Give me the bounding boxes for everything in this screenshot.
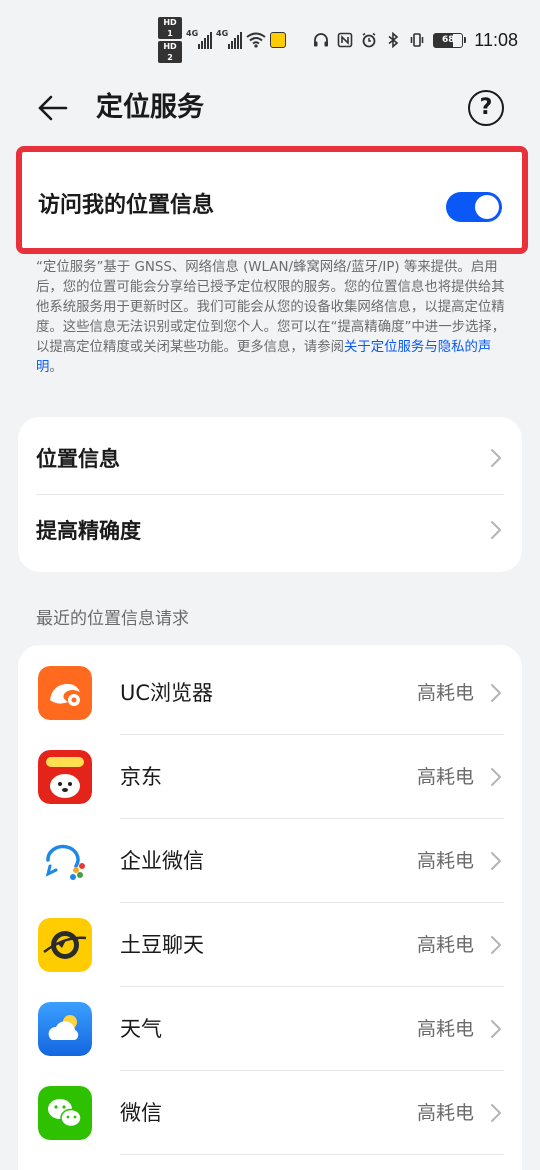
location-info-row[interactable]: 位置信息 [18,417,522,494]
app-name: 京东 [120,765,162,789]
signal-1-icon: 4G [186,29,212,49]
page-header: 定位服务 ? [0,80,540,136]
bluetooth-icon [388,32,399,48]
app-name: 土豆聊天 [120,933,204,957]
hd-indicators: HD 1 HD 2 [158,17,182,63]
location-access-label: 访问我的位置信息 [38,193,215,218]
power-usage-status: 高耗电 [416,766,474,788]
jd-icon [38,750,92,804]
app-row-wecom[interactable]: 企业微信 高耗电 [18,813,522,897]
location-access-toggle[interactable] [446,192,502,222]
location-access-card: 访问我的位置信息 [16,146,528,254]
clock: 11:08 [474,29,518,50]
location-description: “定位服务”基于 GNSS、网络信息 (WLAN/蜂窝网络/蓝牙/IP) 等来提… [36,258,508,378]
power-usage-status: 高耗电 [416,850,474,872]
app-row-uc-browser[interactable]: UC浏览器 高耗电 [18,645,522,729]
chevron-right-icon [491,449,501,467]
network-1-label: 4G [186,29,199,38]
vibrate-icon [410,33,424,47]
notification-app-icon [270,32,286,48]
headphones-icon [314,33,329,47]
improve-accuracy-row[interactable]: 提高精确度 [18,495,522,572]
signal-2-icon: 4G [216,29,242,49]
recent-requests-card: UC浏览器 高耗电 京东 高耗电 企业微信 高耗电 土豆聊天 高耗电 天气 高耗… [18,645,522,1170]
power-usage-status: 高耗电 [416,1018,474,1040]
recent-requests-title: 最近的位置信息请求 [36,609,189,629]
location-services-page: HD 1 HD 2 4G 4G 68 11:08 定位服务 ? 访问我的位置信息… [0,0,540,1170]
status-bar: HD 1 HD 2 4G 4G 68 11:08 [0,0,540,80]
chevron-right-icon [491,521,501,539]
network-2-label: 4G [216,29,229,38]
hd1-badge: HD 1 [158,17,182,39]
improve-accuracy-label: 提高精确度 [36,519,141,543]
battery-icon: 68 [433,32,467,48]
location-settings-card: 位置信息 提高精确度 [18,417,522,572]
wechat-icon [38,1086,92,1140]
alarm-icon [362,32,376,48]
app-row-tudou-chat[interactable]: 土豆聊天 高耗电 [18,897,522,981]
page-title: 定位服务 [96,92,204,123]
power-usage-status: 高耗电 [416,1102,474,1124]
chevron-right-icon [491,852,501,870]
toggle-knob [475,195,499,219]
divider [120,1154,504,1155]
app-name: 企业微信 [120,849,204,873]
battery-level: 68 [433,32,464,48]
app-row-jd[interactable]: 京东 高耗电 [18,729,522,813]
power-usage-status: 高耗电 [416,934,474,956]
description-suffix: 。 [49,360,63,375]
wecom-icon [38,834,92,888]
chevron-right-icon [491,768,501,786]
chevron-right-icon [491,684,501,702]
hd2-badge: HD 2 [158,41,182,63]
tudou-chat-icon [38,918,92,972]
app-name: 微信 [120,1101,162,1125]
location-info-label: 位置信息 [36,447,120,471]
app-name: 天气 [120,1017,162,1041]
app-name: UC浏览器 [120,681,214,705]
status-bar-right: 68 11:08 [313,27,518,53]
uc-browser-icon [38,666,92,720]
app-row-wechat[interactable]: 微信 高耗电 [18,1065,522,1149]
location-access-row[interactable]: 访问我的位置信息 [22,152,522,248]
nfc-icon [337,32,353,48]
power-usage-status: 高耗电 [416,682,474,704]
weather-icon [38,1002,92,1056]
wifi-icon [246,32,266,48]
chevron-right-icon [491,936,501,954]
help-icon[interactable]: ? [468,90,504,126]
status-bar-left: HD 1 HD 2 4G 4G [158,17,286,63]
chevron-right-icon [491,1020,501,1038]
app-row-weather[interactable]: 天气 高耗电 [18,981,522,1065]
back-arrow-icon[interactable] [34,88,74,128]
chevron-right-icon [491,1104,501,1122]
